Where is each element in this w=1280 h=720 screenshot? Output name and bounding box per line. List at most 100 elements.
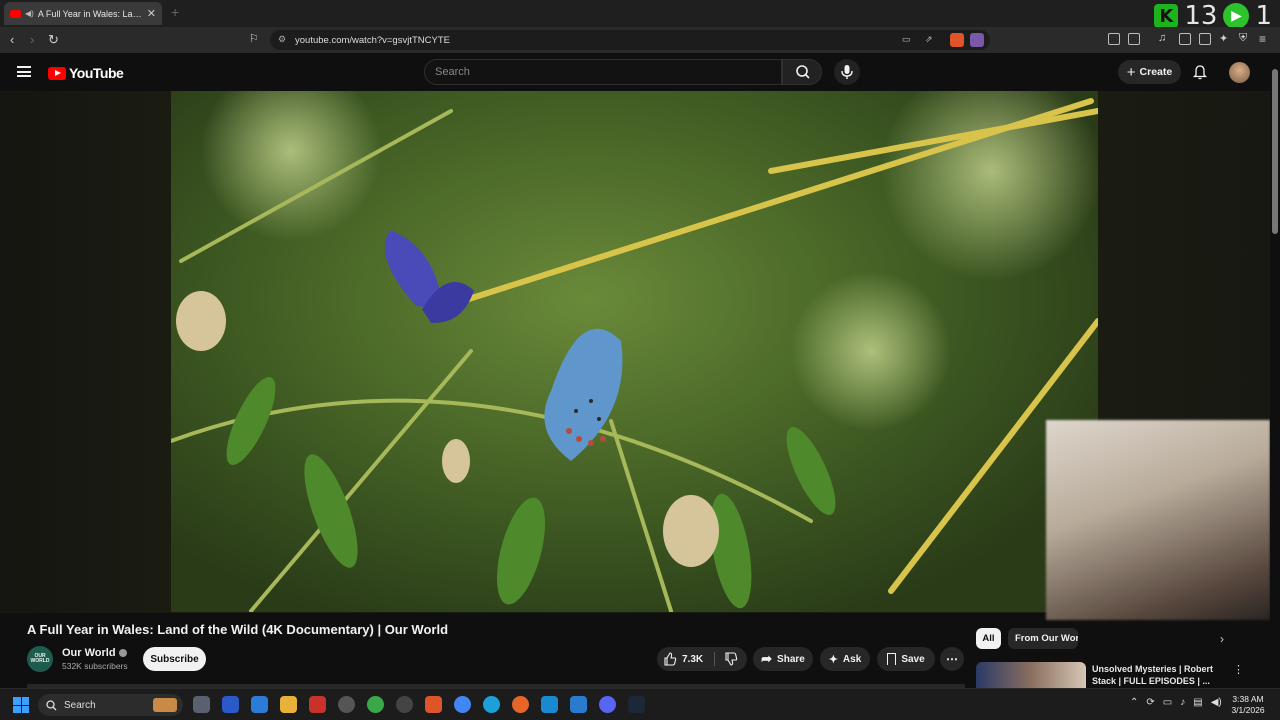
app-red-icon[interactable] bbox=[309, 696, 326, 713]
brave-shields-icon[interactable] bbox=[950, 33, 964, 47]
plus-icon: + bbox=[1126, 63, 1136, 81]
video-title: A Full Year in Wales: Land of the Wild (… bbox=[27, 622, 449, 637]
wallet-icon[interactable] bbox=[1128, 33, 1140, 45]
more-actions-button[interactable]: ⋯ bbox=[940, 647, 964, 671]
rewards-icon[interactable] bbox=[970, 33, 984, 47]
url-text[interactable]: youtube.com/watch?v=gsvjtTNCYTE bbox=[295, 35, 450, 46]
site-info-icon[interactable]: ⚙ bbox=[278, 34, 286, 45]
remote-app-icon[interactable] bbox=[251, 696, 268, 713]
forward-icon[interactable]: › bbox=[30, 32, 34, 47]
chrome-icon[interactable] bbox=[454, 696, 471, 713]
tray-mic-icon[interactable]: ♪ bbox=[1180, 697, 1185, 708]
bookmark-icon[interactable]: ⚐ bbox=[249, 32, 259, 45]
youtube-logo-text: YouTube bbox=[69, 65, 124, 81]
tray-volume-icon[interactable]: ◀) bbox=[1211, 697, 1222, 708]
shield-app-icon[interactable] bbox=[367, 696, 384, 713]
browser-menu-icon[interactable]: ≡ bbox=[1259, 32, 1266, 46]
channel-name-wrapper[interactable]: Our World bbox=[62, 647, 127, 659]
youtube-header: YouTube + Create bbox=[0, 53, 1280, 91]
vscode-icon[interactable] bbox=[570, 696, 587, 713]
share-page-icon[interactable]: ⇗ bbox=[925, 34, 933, 45]
brave-browser-icon[interactable] bbox=[425, 696, 442, 713]
file-explorer-icon[interactable] bbox=[280, 696, 297, 713]
back-icon[interactable]: ‹ bbox=[10, 32, 14, 47]
more-horizontal-icon: ⋯ bbox=[946, 652, 958, 666]
recommendation-thumbnail[interactable] bbox=[976, 662, 1086, 688]
chevron-right-icon[interactable]: › bbox=[1220, 632, 1224, 646]
extensions-icon[interactable] bbox=[1108, 33, 1120, 45]
tray-overflow-icon[interactable]: ⌃ bbox=[1130, 697, 1138, 708]
voice-search-button[interactable] bbox=[834, 59, 860, 85]
search-input[interactable] bbox=[425, 60, 781, 84]
search-box[interactable] bbox=[424, 59, 782, 85]
chip-all[interactable]: All bbox=[976, 628, 1001, 649]
tray-network-icon[interactable]: ▤ bbox=[1193, 697, 1202, 708]
create-button[interactable]: + Create bbox=[1118, 60, 1181, 84]
kick-icon: K bbox=[1154, 4, 1179, 28]
chatgpt-icon[interactable] bbox=[396, 696, 413, 713]
taskbar-search-icon bbox=[46, 699, 57, 710]
clock-app-icon[interactable] bbox=[338, 696, 355, 713]
windows-start-icon[interactable] bbox=[13, 697, 29, 713]
ask-button[interactable]: ✦ Ask bbox=[820, 647, 870, 671]
taskbar-search[interactable]: Search bbox=[38, 694, 183, 716]
bookmark-save-icon bbox=[887, 653, 897, 665]
thumbs-up-icon bbox=[664, 652, 677, 666]
address-bar[interactable]: ⚙ youtube.com/watch?v=gsvjtTNCYTE ▭ ⇗ bbox=[270, 30, 990, 50]
save-button[interactable]: Save bbox=[877, 647, 935, 671]
subscriber-count: 532K subscribers bbox=[62, 661, 128, 671]
windows-taskbar: Search ⌃ ⟳ ▭ ♪ ▤ ◀) 3:38 AM 3/1/2026 bbox=[0, 688, 1280, 720]
scrollbar-thumb[interactable] bbox=[1272, 69, 1278, 234]
search-icon bbox=[796, 65, 810, 79]
leo-ai-icon[interactable]: ✦ bbox=[1219, 32, 1228, 45]
video-player[interactable] bbox=[171, 91, 1098, 612]
sparkle-icon: ✦ bbox=[828, 653, 838, 666]
verified-badge-icon bbox=[118, 649, 127, 658]
speaker-icon: ◀) bbox=[25, 9, 34, 18]
edge-icon[interactable] bbox=[483, 696, 500, 713]
like-button[interactable]: 7.3K bbox=[663, 652, 703, 666]
hamburger-menu-icon[interactable] bbox=[17, 66, 31, 77]
cast-icon[interactable]: ▭ bbox=[902, 34, 911, 45]
ask-label: Ask bbox=[842, 653, 862, 665]
browser-tab[interactable]: ◀) A Full Year in Wales: Land of t ✕ bbox=[4, 2, 162, 25]
task-view-icon[interactable] bbox=[193, 696, 210, 713]
notifications-bell-icon[interactable] bbox=[1192, 64, 1208, 80]
discord-icon[interactable] bbox=[599, 696, 616, 713]
channel-avatar[interactable]: OUR WORLD bbox=[27, 646, 53, 672]
chip-from-channel[interactable]: From Our World bbox=[1008, 628, 1078, 649]
close-tab-icon[interactable]: ✕ bbox=[147, 7, 156, 20]
tray-usb-icon[interactable]: ▭ bbox=[1163, 697, 1172, 708]
recommendation-title[interactable]: Unsolved Mysteries | Robert Stack | FULL… bbox=[1092, 663, 1222, 687]
microphone-icon bbox=[841, 65, 853, 79]
search-highlight-icon bbox=[153, 698, 177, 712]
browser-nav-bar: ‹ › ↻ ⚐ ⚙ youtube.com/watch?v=gsvjtTNCYT… bbox=[0, 27, 1280, 53]
clock-time: 3:38 AM bbox=[1232, 694, 1264, 704]
youtube-play-logo-icon bbox=[48, 66, 66, 80]
page-scrollbar[interactable] bbox=[1270, 53, 1280, 685]
youtube-logo[interactable]: YouTube bbox=[48, 65, 124, 81]
new-tab-button[interactable]: + bbox=[171, 4, 179, 20]
channel-name[interactable]: Our World bbox=[62, 647, 116, 659]
tray-app-icon[interactable]: ⟳ bbox=[1146, 697, 1154, 708]
user-avatar[interactable] bbox=[1229, 62, 1250, 83]
subscribe-button[interactable]: Subscribe bbox=[143, 647, 206, 671]
sidebar-icon[interactable] bbox=[1179, 33, 1191, 45]
share-button[interactable]: ➦ Share bbox=[753, 647, 813, 671]
tab-search-icon[interactable] bbox=[1199, 33, 1211, 45]
thumbs-down-icon[interactable] bbox=[724, 652, 738, 666]
like-dislike-group: 7.3K bbox=[657, 647, 747, 671]
reload-icon[interactable]: ↻ bbox=[48, 32, 59, 48]
steam-icon[interactable] bbox=[628, 696, 645, 713]
outlook-icon[interactable] bbox=[222, 696, 239, 713]
firefox-icon[interactable] bbox=[512, 696, 529, 713]
recommendation-more-icon[interactable]: ⋮ bbox=[1233, 663, 1244, 676]
taskbar-clock[interactable]: 3:38 AM 3/1/2026 bbox=[1226, 694, 1270, 716]
media-icon[interactable]: ♫ bbox=[1158, 32, 1166, 44]
search-button[interactable] bbox=[782, 59, 822, 85]
youtube-favicon-icon bbox=[10, 9, 21, 18]
clock-date: 3/1/2026 bbox=[1231, 705, 1265, 715]
vpn-icon[interactable]: ⛨ bbox=[1239, 32, 1247, 45]
browser-tab-bar: ◀) A Full Year in Wales: Land of t ✕ + K… bbox=[0, 0, 1280, 31]
infinity-app-icon[interactable] bbox=[541, 696, 558, 713]
